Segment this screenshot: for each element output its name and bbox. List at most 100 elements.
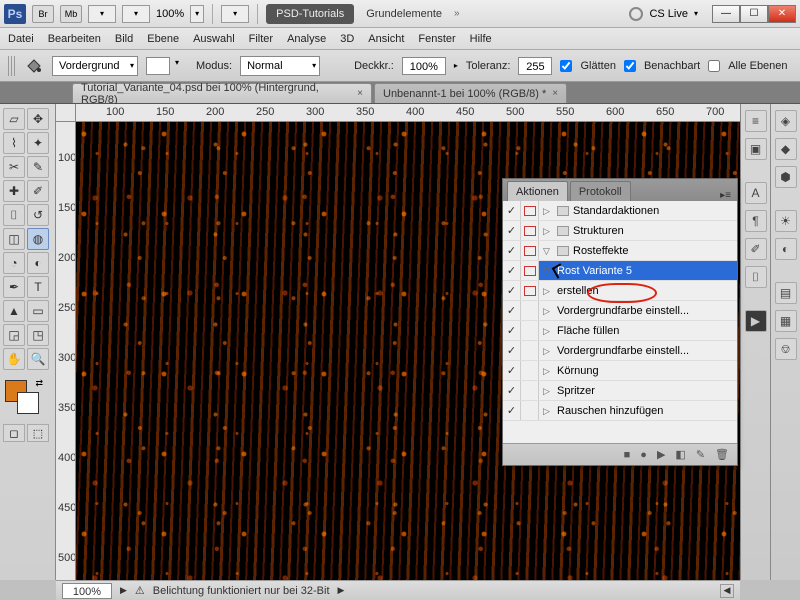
zoom-level[interactable]: 100%: [156, 8, 184, 20]
toggle-checkbox[interactable]: ✓: [503, 241, 521, 260]
dialog-toggle[interactable]: [521, 241, 539, 260]
arrange-dropdown[interactable]: [122, 5, 150, 23]
disclosure-icon[interactable]: ▷: [543, 306, 553, 316]
delete-button[interactable]: 🗑: [715, 448, 729, 461]
menu-auswahl[interactable]: Auswahl: [193, 33, 235, 45]
cs-live-icon[interactable]: [629, 7, 643, 21]
screen-mode-dropdown[interactable]: [221, 5, 249, 23]
tolerance-input[interactable]: 255: [518, 57, 552, 75]
dialog-toggle[interactable]: [521, 221, 539, 240]
toggle-checkbox[interactable]: ✓: [503, 341, 521, 360]
background-color[interactable]: [17, 392, 39, 414]
toggle-checkbox[interactable]: ✓: [503, 381, 521, 400]
stamp-tool[interactable]: ⌷: [3, 204, 25, 226]
action-content[interactable]: ▷erstellen: [539, 281, 737, 300]
toggle-checkbox[interactable]: ✓: [503, 201, 521, 220]
workspace-switcher[interactable]: PSD-Tutorials: [266, 4, 354, 24]
menu-ebene[interactable]: Ebene: [147, 33, 179, 45]
eraser-tool[interactable]: ◫: [3, 228, 25, 250]
action-row[interactable]: ✓▷Rauschen hinzufügen: [503, 401, 737, 421]
action-content[interactable]: ▷Strukturen: [539, 221, 737, 240]
pattern-swatch[interactable]: [146, 57, 170, 75]
menu-ansicht[interactable]: Ansicht: [368, 33, 404, 45]
menu-datei[interactable]: Datei: [8, 33, 34, 45]
ruler-origin[interactable]: [56, 104, 76, 122]
hand-tool[interactable]: ✋: [3, 348, 25, 370]
menu-hilfe[interactable]: Hilfe: [470, 33, 492, 45]
action-row[interactable]: ✓▷Vordergrundfarbe einstell...: [503, 341, 737, 361]
3d-camera-tool[interactable]: ◳: [27, 324, 49, 346]
more-workspaces-icon[interactable]: »: [454, 8, 460, 19]
action-row[interactable]: ✓ ▷Fläche füllen: [503, 321, 737, 341]
fill-source-select[interactable]: Vordergrund: [52, 56, 138, 76]
dialog-toggle[interactable]: [521, 381, 539, 400]
action-content[interactable]: ▽Rost Variante 5: [539, 261, 737, 280]
menu-filter[interactable]: Filter: [249, 33, 273, 45]
toggle-checkbox[interactable]: ✓: [503, 321, 521, 340]
contiguous-checkbox[interactable]: [624, 60, 636, 72]
action-row[interactable]: ✓▷Spritzer: [503, 381, 737, 401]
action-content[interactable]: ▷Rauschen hinzufügen: [539, 401, 737, 420]
maximize-button[interactable]: ☐: [740, 5, 768, 23]
dialog-toggle[interactable]: [521, 261, 539, 280]
screen-mode-button[interactable]: ⬚: [27, 424, 49, 442]
brush-panel-icon[interactable]: ✐: [745, 238, 767, 260]
scroll-left-button[interactable]: ◀: [720, 584, 734, 598]
action-content[interactable]: ▷Standardaktionen: [539, 201, 737, 220]
disclosure-icon[interactable]: ▷: [543, 206, 553, 216]
paint-bucket-icon[interactable]: [24, 56, 44, 76]
brush-tool[interactable]: ✐: [27, 180, 49, 202]
document-tab[interactable]: Unbenannt-1 bei 100% (RGB/8) *×: [374, 83, 567, 103]
dialog-toggle[interactable]: [521, 201, 539, 220]
dialog-toggle[interactable]: [521, 361, 539, 380]
panel-menu-icon[interactable]: ▸≡: [714, 190, 737, 201]
record-button[interactable]: ●: [640, 449, 647, 461]
toggle-checkbox[interactable]: ✓: [503, 301, 521, 320]
action-content[interactable]: ▽Rosteffekte: [539, 241, 737, 260]
disclosure-icon[interactable]: ▽: [543, 266, 553, 276]
menu-bearbeiten[interactable]: Bearbeiten: [48, 33, 101, 45]
close-button[interactable]: ✕: [768, 5, 796, 23]
layers-panel-icon[interactable]: ▤: [775, 282, 797, 304]
grip-icon[interactable]: [8, 56, 16, 76]
marquee-tool[interactable]: ✥: [27, 108, 49, 130]
disclosure-icon[interactable]: ▷: [543, 346, 553, 356]
disclosure-icon[interactable]: ▷: [543, 406, 553, 416]
action-content[interactable]: ▷Fläche füllen: [539, 321, 737, 340]
action-row[interactable]: ✓▷Vordergrundfarbe einstell...: [503, 301, 737, 321]
new-set-button[interactable]: ◧: [675, 448, 685, 461]
actions-panel-icon[interactable]: ▣: [745, 138, 767, 160]
action-row[interactable]: ✓ ▽Rosteffekte: [503, 241, 737, 261]
new-action-button[interactable]: ✎: [696, 448, 705, 461]
tab-aktionen[interactable]: Aktionen: [507, 181, 568, 201]
action-row[interactable]: ✓▷Strukturen: [503, 221, 737, 241]
view-extras-dropdown[interactable]: [88, 5, 116, 23]
antialiased-checkbox[interactable]: [560, 60, 572, 72]
minibridge-button[interactable]: Mb: [60, 5, 82, 23]
action-row[interactable]: ✓ ▷erstellen: [503, 281, 737, 301]
cs-live-label[interactable]: CS Live: [649, 8, 688, 20]
action-row[interactable]: ✓▽Rost Variante 5: [503, 261, 737, 281]
toggle-checkbox[interactable]: ✓: [503, 281, 521, 300]
menu-3d[interactable]: 3D: [340, 33, 354, 45]
action-row[interactable]: ✓ ▷Standardaktionen: [503, 201, 737, 221]
color-swatches[interactable]: ⇄: [3, 378, 43, 418]
disclosure-icon[interactable]: ▷: [543, 226, 553, 236]
swap-colors-icon[interactable]: ⇄: [35, 378, 43, 389]
history-panel-icon[interactable]: ≡: [745, 110, 767, 132]
paint-bucket-tool[interactable]: ◍: [27, 228, 49, 250]
history-brush-tool[interactable]: ↺: [27, 204, 49, 226]
dialog-toggle[interactable]: [521, 301, 539, 320]
mode-select[interactable]: Normal: [240, 56, 320, 76]
quick-mask-button[interactable]: ◻: [3, 424, 25, 442]
disclosure-icon[interactable]: ▷: [543, 386, 553, 396]
styles-panel-icon[interactable]: ⬢: [775, 166, 797, 188]
zoom-dropdown[interactable]: [190, 5, 204, 23]
status-disclosure-icon[interactable]: ▶: [338, 585, 345, 596]
zoom-tool[interactable]: 🔍: [27, 348, 49, 370]
disclosure-icon[interactable]: ▷: [543, 366, 553, 376]
clone-panel-icon[interactable]: ⌷: [745, 266, 767, 288]
play-panel-icon[interactable]: ▶: [745, 310, 767, 332]
play-button[interactable]: ▶: [657, 448, 665, 461]
quick-select-tool[interactable]: ✦: [27, 132, 49, 154]
